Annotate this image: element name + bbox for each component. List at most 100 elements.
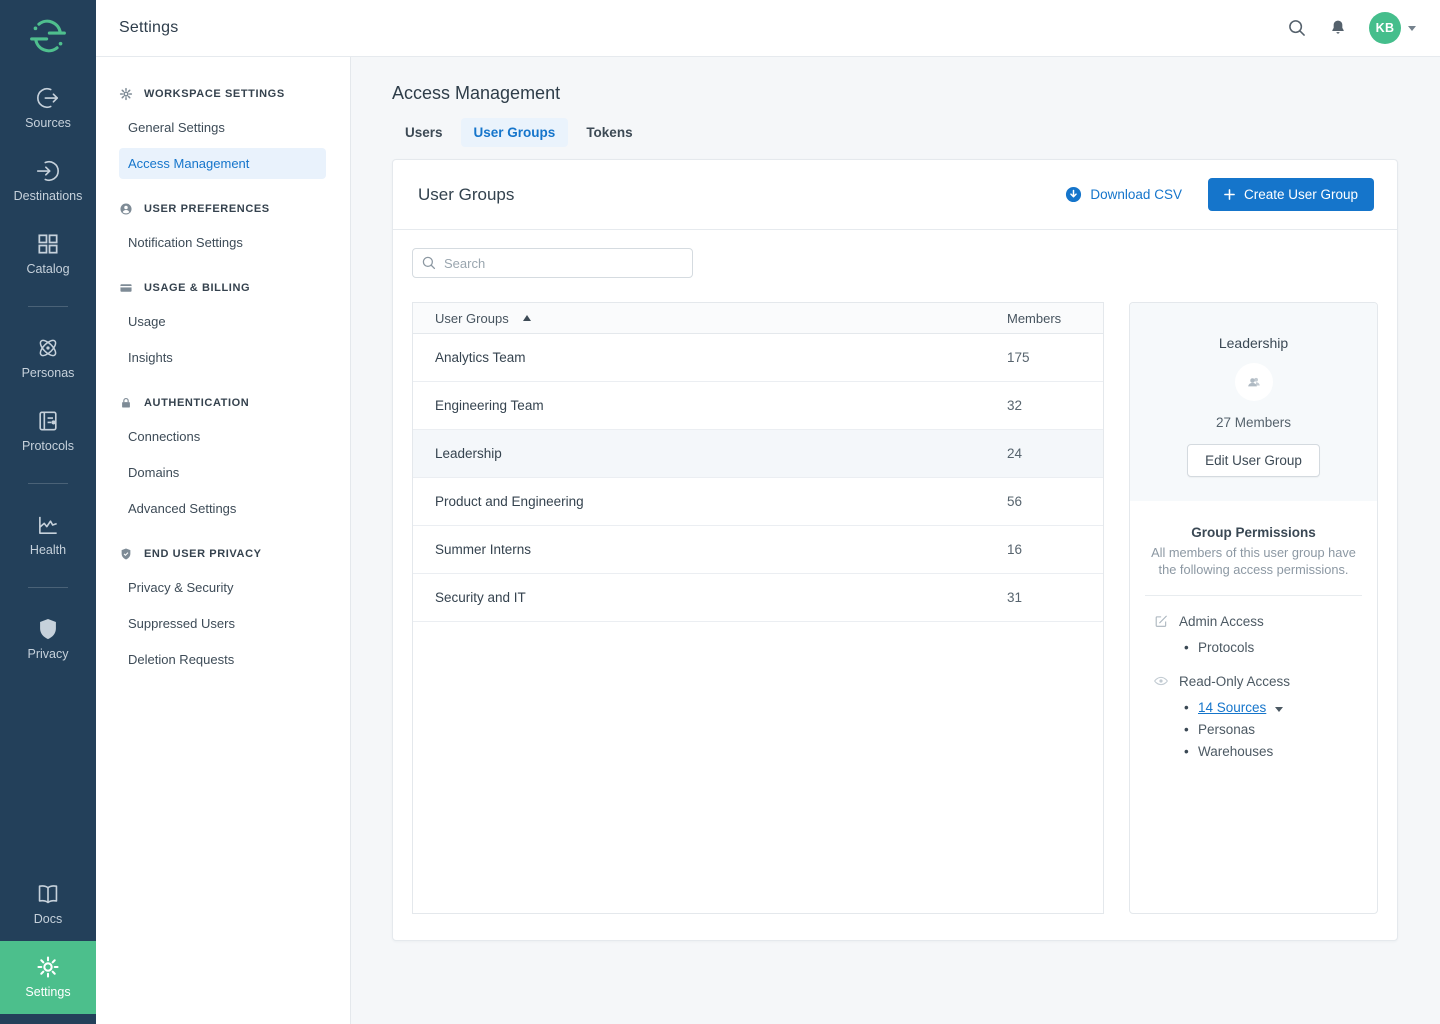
sidebar-item-label: Destinations: [14, 189, 83, 203]
body-row: WORKSPACE SETTINGS General Settings Acce…: [96, 57, 1440, 1024]
sources-count-link[interactable]: 14 Sources: [1198, 700, 1266, 715]
nav-item-connections[interactable]: Connections: [119, 421, 326, 452]
nav-item-notification-settings[interactable]: Notification Settings: [119, 227, 326, 258]
main-content: Access Management Users User Groups Toke…: [351, 57, 1440, 1024]
group-avatar: [1235, 363, 1273, 401]
sidebar-item-health[interactable]: Health: [0, 499, 96, 572]
section-header-label: END USER PRIVACY: [144, 548, 262, 560]
sidebar-item-label: Personas: [22, 366, 75, 380]
nav-item-domains[interactable]: Domains: [119, 457, 326, 488]
tab-tokens[interactable]: Tokens: [573, 118, 645, 147]
sidebar-item-catalog[interactable]: Catalog: [0, 218, 96, 291]
credit-card-icon: [119, 281, 133, 295]
section-header: END USER PRIVACY: [96, 537, 350, 572]
sidebar-item-label: Privacy: [28, 647, 69, 661]
health-icon: [35, 512, 61, 538]
table-row-selected[interactable]: Leadership 24: [413, 430, 1103, 478]
column-header-user-groups[interactable]: User Groups: [435, 311, 1007, 326]
bell-icon[interactable]: [1328, 18, 1348, 38]
top-bar: Settings KB: [96, 0, 1440, 57]
sidebar-divider: [28, 306, 68, 307]
group-members: 31: [1007, 590, 1081, 605]
panel-member-count: 27 Members: [1146, 415, 1361, 430]
user-menu[interactable]: KB: [1369, 12, 1416, 44]
permissions-title: Group Permissions: [1145, 525, 1362, 540]
sidebar-item-privacy[interactable]: Privacy: [0, 603, 96, 676]
page-title: Access Management: [392, 83, 1398, 104]
gear-icon: [119, 87, 133, 101]
create-user-group-label: Create User Group: [1244, 187, 1358, 202]
create-user-group-button[interactable]: Create User Group: [1208, 178, 1374, 211]
table-row[interactable]: Analytics Team 175: [413, 334, 1103, 382]
section-header-label: USAGE & BILLING: [144, 282, 250, 294]
personas-icon: [35, 335, 61, 361]
download-circle-icon: [1065, 186, 1082, 203]
sort-ascending-icon: [523, 315, 531, 321]
avatar[interactable]: KB: [1369, 12, 1401, 44]
nav-item-insights[interactable]: Insights: [119, 342, 326, 373]
nav-item-advanced-settings[interactable]: Advanced Settings: [119, 493, 326, 524]
divider: [1145, 595, 1362, 596]
nav-section-workspace-settings: WORKSPACE SETTINGS General Settings Acce…: [96, 77, 350, 179]
table-row[interactable]: Summer Interns 16: [413, 526, 1103, 574]
permission-item: Protocols: [1198, 636, 1362, 658]
top-bar-title: Settings: [119, 19, 178, 37]
panel-summary: Leadership: [1130, 303, 1377, 501]
search-input[interactable]: [412, 248, 693, 278]
section-header-label: WORKSPACE SETTINGS: [144, 88, 285, 100]
nav-item-suppressed-users[interactable]: Suppressed Users: [119, 608, 326, 639]
nav-item-general-settings[interactable]: General Settings: [119, 112, 326, 143]
card-header-actions: Download CSV Create User Group: [1065, 178, 1374, 211]
read-only-access-list: 14 Sources Personas Warehouses: [1145, 696, 1362, 762]
sidebar-divider: [28, 587, 68, 588]
table-row[interactable]: Security and IT 31: [413, 574, 1103, 622]
sidebar-item-protocols[interactable]: Protocols: [0, 395, 96, 468]
nav-section-authentication: AUTHENTICATION Connections Domains Advan…: [96, 386, 350, 524]
segment-logo[interactable]: [0, 0, 96, 72]
sidebar-divider: [28, 483, 68, 484]
sidebar-bottom-pad: [0, 1014, 96, 1024]
nav-item-deletion-requests[interactable]: Deletion Requests: [119, 644, 326, 675]
download-csv-button[interactable]: Download CSV: [1065, 186, 1182, 203]
user-circle-icon: [119, 202, 133, 216]
sidebar-item-label: Docs: [34, 912, 62, 926]
tab-user-groups[interactable]: User Groups: [461, 118, 569, 147]
sidebar-item-docs[interactable]: Docs: [0, 868, 96, 941]
edit-user-group-button[interactable]: Edit User Group: [1187, 444, 1320, 477]
shield-check-icon: [119, 547, 133, 561]
tab-users[interactable]: Users: [392, 118, 456, 147]
section-header: USAGE & BILLING: [96, 271, 350, 306]
sidebar-item-sources[interactable]: Sources: [0, 72, 96, 145]
nav-section-end-user-privacy: END USER PRIVACY Privacy & Security Supp…: [96, 537, 350, 675]
permission-item: Warehouses: [1198, 740, 1362, 762]
nav-item-privacy-security[interactable]: Privacy & Security: [119, 572, 326, 603]
table-row[interactable]: Engineering Team 32: [413, 382, 1103, 430]
nav-item-access-management[interactable]: Access Management: [119, 148, 326, 179]
section-header: AUTHENTICATION: [96, 386, 350, 421]
admin-access-list: Protocols: [1145, 636, 1362, 658]
column-header-members[interactable]: Members: [1007, 311, 1081, 326]
permission-item: Personas: [1198, 718, 1362, 740]
people-icon: [1245, 373, 1263, 391]
section-header: WORKSPACE SETTINGS: [96, 77, 350, 112]
sidebar-item-settings[interactable]: Settings: [0, 941, 96, 1014]
user-groups-card: User Groups Download CSV Create User Gro…: [392, 159, 1398, 941]
sidebar-item-label: Settings: [25, 985, 70, 999]
primary-sidebar: Sources Destinations Catalog Personas: [0, 0, 96, 1024]
sidebar-item-personas[interactable]: Personas: [0, 322, 96, 395]
section-header: USER PREFERENCES: [96, 192, 350, 227]
nav-item-usage[interactable]: Usage: [119, 306, 326, 337]
right-column: Settings KB: [96, 0, 1440, 1024]
sidebar-item-destinations[interactable]: Destinations: [0, 145, 96, 218]
group-members: 56: [1007, 494, 1081, 509]
settings-nav: WORKSPACE SETTINGS General Settings Acce…: [96, 57, 351, 1024]
table-row[interactable]: Product and Engineering 56: [413, 478, 1103, 526]
nav-section-user-preferences: USER PREFERENCES Notification Settings: [96, 192, 350, 258]
lock-icon: [119, 396, 133, 410]
section-header-label: AUTHENTICATION: [144, 397, 249, 409]
download-csv-label: Download CSV: [1090, 187, 1182, 202]
caret-down-icon[interactable]: [1275, 707, 1283, 712]
segment-logo-icon: [28, 16, 68, 56]
nav-section-usage-billing: USAGE & BILLING Usage Insights: [96, 271, 350, 373]
search-icon[interactable]: [1287, 18, 1307, 38]
